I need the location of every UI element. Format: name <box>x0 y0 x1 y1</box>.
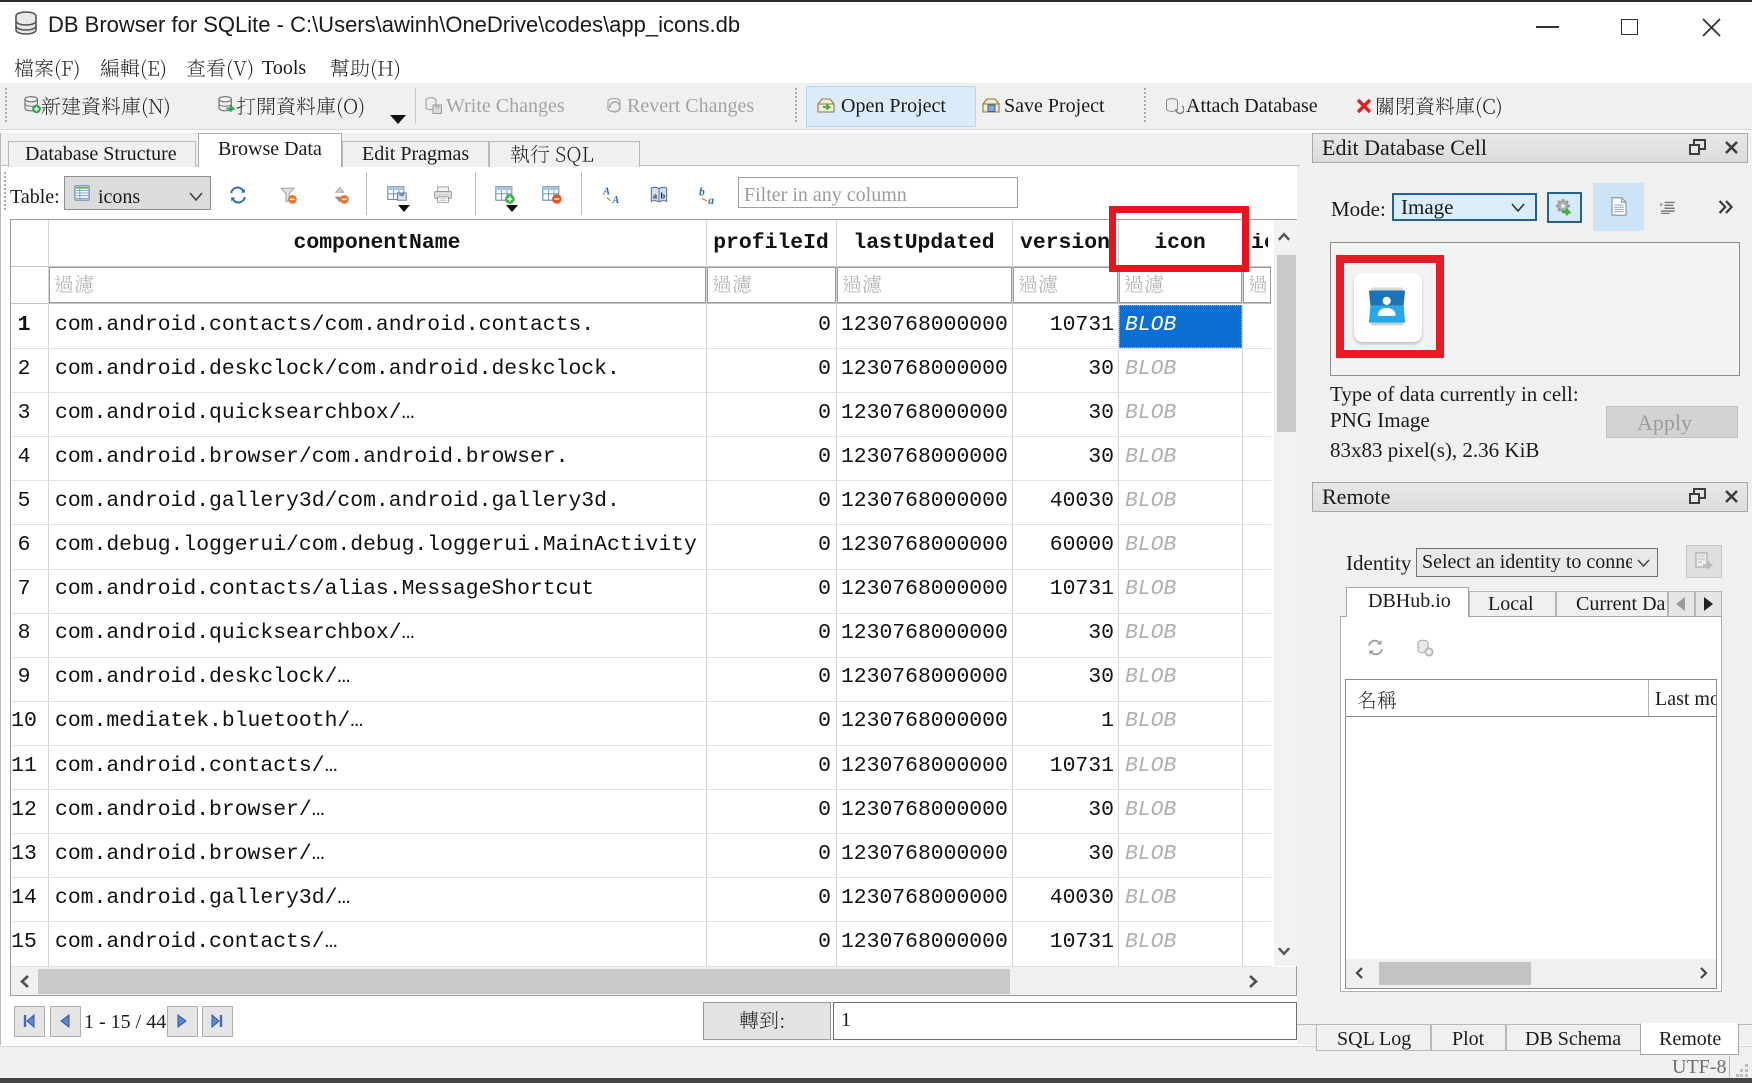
svg-text:b: b <box>661 190 666 200</box>
svg-text:A: A <box>611 194 619 205</box>
svg-text:A: A <box>603 186 610 198</box>
svg-text:b: b <box>699 186 705 198</box>
svg-text:a: a <box>708 195 714 205</box>
